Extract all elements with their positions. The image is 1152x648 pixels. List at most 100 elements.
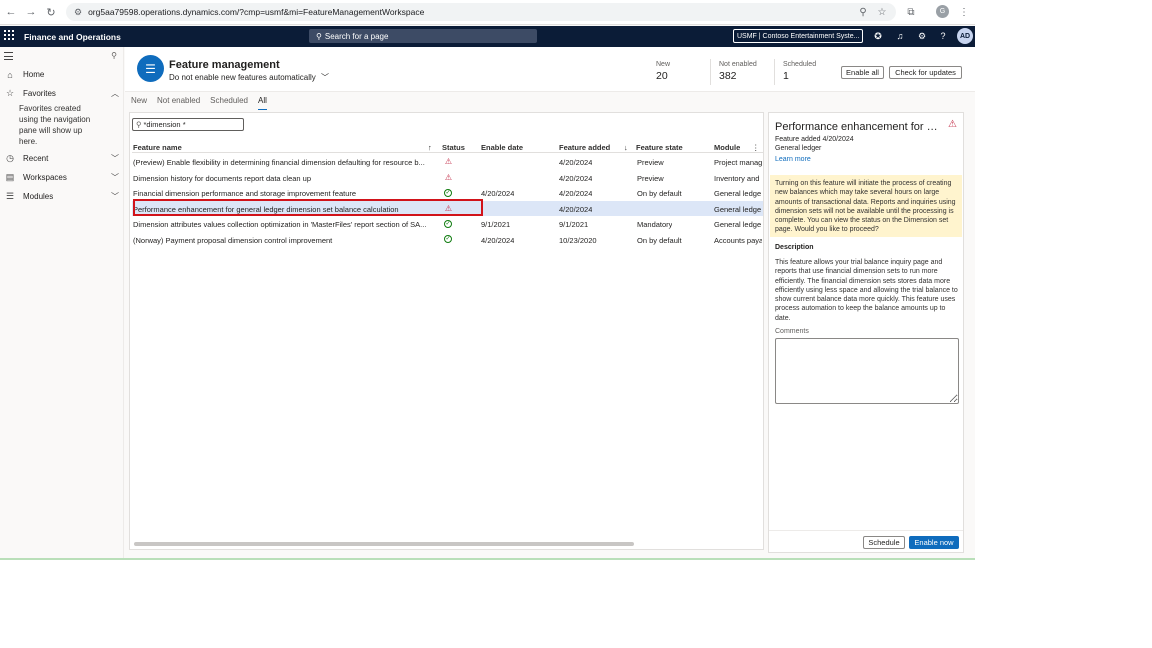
kpi-new-value: 20 xyxy=(656,70,668,82)
learn-more-link[interactable]: Learn more xyxy=(775,156,811,163)
warning-icon: ⚠ xyxy=(444,157,453,166)
url-text: org5aa79598.operations.dynamics.com/?cmp… xyxy=(88,7,425,17)
site-info-icon[interactable]: ⚙ xyxy=(74,7,82,18)
warning-icon: ⚠ xyxy=(948,119,957,130)
address-bar[interactable]: ⚙ org5aa79598.operations.dynamics.com/?c… xyxy=(66,3,896,21)
browser-profile-avatar[interactable]: G xyxy=(936,5,949,18)
check-circle-icon: ✓ xyxy=(444,188,452,197)
hamburger-menu-icon[interactable] xyxy=(4,52,13,60)
nav-home-label: Home xyxy=(23,70,45,79)
nav-home[interactable]: ⌂ Home xyxy=(0,65,123,84)
app-bar: Finance and Operations ⚲ Search for a pa… xyxy=(0,26,975,47)
comments-label: Comments xyxy=(775,328,809,335)
schedule-button[interactable]: Schedule xyxy=(863,536,905,549)
comments-field[interactable] xyxy=(775,338,959,404)
cell-feature-name: Dimension history for documents report d… xyxy=(133,173,312,183)
left-nav-pane: ⚲ ⌂ Home ☆ Favorites ︿ Favorites created… xyxy=(0,47,124,560)
cell-module: General ledge xyxy=(714,189,762,198)
nav-favorites-label: Favorites xyxy=(23,89,56,98)
col-module[interactable]: Module xyxy=(714,143,740,152)
settings-gear-icon[interactable]: ⚙ xyxy=(915,29,929,43)
kpi-not-enabled[interactable]: Not enabled 382 xyxy=(719,61,757,82)
horizontal-scrollbar[interactable] xyxy=(134,542,634,546)
page-header: ☰ Feature management Do not enable new f… xyxy=(125,47,975,92)
copilot-icon[interactable]: ✪ xyxy=(871,29,885,43)
reload-icon[interactable]: ↻ xyxy=(42,3,60,21)
col-feature-name[interactable]: Feature name xyxy=(133,143,182,152)
enable-now-button[interactable]: Enable now xyxy=(909,536,959,549)
kpi-new[interactable]: New 20 xyxy=(656,61,670,82)
col-status[interactable]: Status xyxy=(442,143,465,152)
check-circle-icon: ✓ xyxy=(444,219,452,228)
main-content: ☰ Feature management Do not enable new f… xyxy=(125,47,975,560)
window-bottom-edge xyxy=(0,558,975,560)
tab-new[interactable]: New xyxy=(131,96,147,110)
cell-feature-added: 4/20/2024 xyxy=(559,189,593,198)
app-title: Finance and Operations xyxy=(24,32,121,42)
table-row[interactable]: (Norway) Payment proposal dimension cont… xyxy=(132,232,763,248)
clock-icon: ◷ xyxy=(6,153,14,163)
kpi-divider xyxy=(710,59,711,85)
extensions-icon[interactable]: ⧉ xyxy=(903,4,919,20)
auto-enable-dropdown[interactable]: Do not enable new features automatically… xyxy=(169,72,329,83)
table-row[interactable]: (Preview) Enable flexibility in determin… xyxy=(132,154,763,170)
detail-added: Feature added 4/20/2024 xyxy=(775,136,854,143)
zoom-icon[interactable]: ⚲ xyxy=(855,4,871,20)
bookmark-star-icon[interactable]: ☆ xyxy=(874,4,890,20)
app-launcher-icon[interactable] xyxy=(4,30,14,40)
nav-workspaces[interactable]: ▤ Workspaces ﹀ xyxy=(0,168,123,187)
cell-enable-date: 4/20/2024 xyxy=(481,189,515,198)
chevron-down-icon[interactable]: ﹀ xyxy=(111,191,119,202)
col-enable-date[interactable]: Enable date xyxy=(481,143,523,152)
tab-scheduled[interactable]: Scheduled xyxy=(210,96,248,110)
forward-icon[interactable]: → xyxy=(22,3,40,21)
browser-menu-icon[interactable]: ⋮ xyxy=(956,4,972,20)
table-row[interactable]: Dimension attributes values collection o… xyxy=(132,216,763,232)
column-options-icon[interactable]: ⋮ xyxy=(752,143,760,152)
sort-ascending-icon[interactable]: ↑ xyxy=(428,143,432,152)
nav-recent[interactable]: ◷ Recent ﹀ xyxy=(0,149,123,168)
help-icon[interactable]: ? xyxy=(936,29,950,43)
chevron-down-icon[interactable]: ﹀ xyxy=(111,153,119,164)
cell-feature-name: (Preview) Enable flexibility in determin… xyxy=(133,158,425,167)
filter-input[interactable]: ⚲ *dimension * xyxy=(132,118,244,131)
page-title: Feature management xyxy=(169,59,280,71)
company-picker[interactable]: USMF | Contoso Entertainment Syste... xyxy=(733,29,863,43)
workspaces-icon: ▤ xyxy=(5,172,15,182)
tab-all[interactable]: All xyxy=(257,96,267,110)
chevron-up-icon[interactable]: ︿ xyxy=(111,88,119,99)
detail-module: General ledger xyxy=(775,145,822,152)
app-window: ← → ↻ ⚙ org5aa79598.operations.dynamics.… xyxy=(0,0,975,560)
nav-recent-label: Recent xyxy=(23,154,49,163)
check-for-updates-button[interactable]: Check for updates xyxy=(889,66,962,79)
nav-favorites[interactable]: ☆ Favorites ︿ xyxy=(0,84,123,103)
kpi-scheduled-value: 1 xyxy=(783,70,789,82)
pin-icon[interactable]: ⚲ xyxy=(111,51,117,60)
col-feature-added[interactable]: Feature added xyxy=(559,143,610,152)
auto-enable-label: Do not enable new features automatically xyxy=(169,73,316,82)
cell-feature-name: Dimension attributes values collection o… xyxy=(133,220,427,229)
sort-descending-icon[interactable]: ↓ xyxy=(624,143,628,152)
kpi-scheduled[interactable]: Scheduled 1 xyxy=(783,61,816,82)
grid-header: Feature name ↑ Status Enable date Featur… xyxy=(132,141,763,153)
tab-bar: New Not enabled Scheduled All xyxy=(131,96,267,110)
col-feature-state[interactable]: Feature state xyxy=(636,143,683,152)
nav-modules[interactable]: ☰ Modules ﹀ xyxy=(0,187,123,206)
cell-feature-state: On by default xyxy=(637,189,682,198)
cell-module: Inventory and xyxy=(714,173,760,183)
cell-feature-added: 10/23/2020 xyxy=(559,235,597,245)
notifications-icon[interactable]: ♫ xyxy=(893,29,907,43)
user-avatar[interactable]: AD xyxy=(957,28,973,44)
enable-all-button[interactable]: Enable all xyxy=(841,66,884,79)
tab-not-enabled[interactable]: Not enabled xyxy=(157,96,200,110)
cell-feature-added: 4/20/2024 xyxy=(559,158,593,167)
chevron-down-icon[interactable]: ﹀ xyxy=(111,172,119,183)
feature-list-icon: ☰ xyxy=(137,55,164,82)
cell-module: Accounts paya xyxy=(714,235,762,245)
cell-feature-state: Mandatory xyxy=(637,220,673,229)
table-row[interactable]: Dimension history for documents report d… xyxy=(132,170,763,186)
kpi-not-enabled-label: Not enabled xyxy=(719,61,757,68)
back-icon[interactable]: ← xyxy=(2,3,20,21)
home-icon: ⌂ xyxy=(7,69,13,80)
page-search-box[interactable]: ⚲ Search for a page xyxy=(309,29,537,43)
